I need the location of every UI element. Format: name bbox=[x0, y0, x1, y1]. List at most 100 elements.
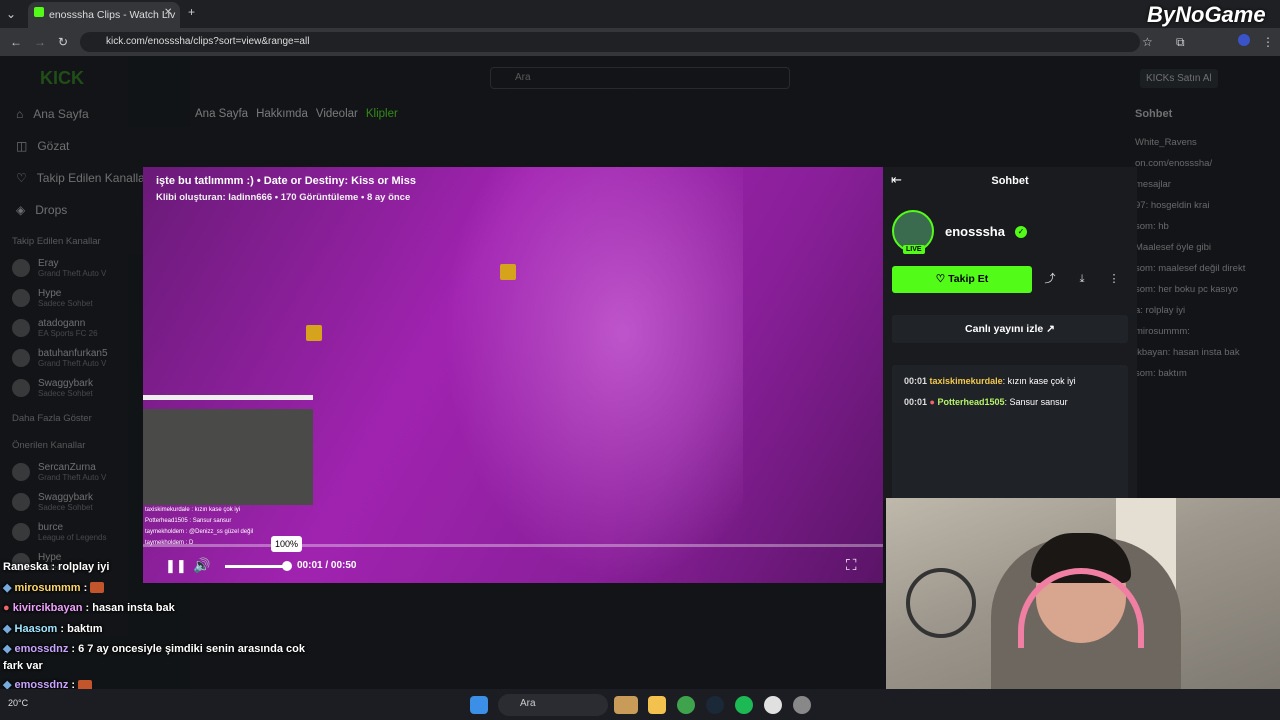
avatar bbox=[12, 379, 30, 397]
clip-meta: Klibi oluşturan: ladinn666 • 170 Görüntü… bbox=[156, 192, 411, 203]
taskbar-search-label: Ara bbox=[520, 698, 536, 709]
chat-line: 00:01 ● Potterhead1505: Sansur sansur bbox=[904, 397, 1068, 407]
channel-game: Sadece Sohbet bbox=[38, 389, 93, 398]
watch-live-label: Canlı yayını izle bbox=[965, 323, 1044, 335]
back-icon[interactable]: ← bbox=[10, 35, 22, 49]
sidebar-item-browse[interactable]: ◫ Gözat bbox=[0, 130, 190, 162]
verified-icon: ✓ bbox=[1015, 226, 1027, 238]
tab-about[interactable]: Hakkımda bbox=[256, 108, 308, 120]
clip-side-panel: ⇤ Sohbet LIVE enosssha ✓ ♡ Takip Et ⤴ ⤓ … bbox=[883, 167, 1137, 500]
channel-name: burce bbox=[38, 522, 64, 533]
buy-kicks-button[interactable]: KICKs Satın Al bbox=[1140, 69, 1218, 88]
avatar bbox=[12, 523, 30, 541]
extensions-icon[interactable]: ⧉ bbox=[1176, 35, 1185, 50]
tab-search-icon[interactable]: ⌄ bbox=[6, 7, 16, 21]
follow-button[interactable]: ♡ Takip Et bbox=[892, 266, 1032, 293]
tab-close-icon[interactable]: ✕ bbox=[164, 7, 172, 18]
channel-game: Grand Theft Auto V bbox=[38, 359, 107, 368]
avatar bbox=[12, 289, 30, 307]
chrome-active-icon[interactable] bbox=[764, 696, 782, 714]
channel-name[interactable]: enosssha bbox=[945, 224, 1005, 239]
home-icon: ⌂ bbox=[16, 107, 24, 121]
avatar bbox=[12, 259, 30, 277]
new-tab-icon[interactable]: + bbox=[188, 5, 195, 19]
badge-icon: ◆ bbox=[3, 581, 12, 594]
avatar bbox=[12, 349, 30, 367]
chat-message: kızın kase çok iyi bbox=[1007, 376, 1076, 386]
share-icon[interactable]: ⤴ bbox=[1037, 266, 1063, 293]
fullscreen-icon[interactable]: ⛶ bbox=[846, 557, 857, 574]
pip-chat-line: taxiskimekurdale : kızın kase çok iyi bbox=[145, 507, 241, 513]
overlay-username: mirosummm bbox=[14, 581, 81, 594]
sidebar-item-home[interactable]: ⌂ Ana Sayfa bbox=[0, 98, 190, 130]
chat-username[interactable]: taxiskimekurdale bbox=[930, 376, 1003, 386]
more-options-icon[interactable]: ⋮ bbox=[1101, 266, 1127, 293]
site-search-placeholder: Ara bbox=[515, 72, 531, 83]
sidebar-label: Takip Edilen Kanallar bbox=[36, 171, 149, 185]
reload-icon[interactable]: ↻ bbox=[58, 35, 68, 49]
progress-bar[interactable] bbox=[143, 544, 883, 547]
url-text: kick.com/enosssha/clips?sort=view&range=… bbox=[106, 36, 310, 47]
overlay-username: emossdnz bbox=[14, 643, 69, 655]
overlay-message: hasan insta bak bbox=[92, 602, 175, 614]
emote-image bbox=[90, 582, 105, 594]
sub-goal-bar bbox=[143, 395, 313, 400]
overlay-username: kivircikbayan bbox=[12, 602, 83, 614]
sidebar-label: Drops bbox=[35, 203, 68, 217]
watch-live-button[interactable]: Canlı yayını izle ↗ bbox=[892, 315, 1128, 343]
windows-taskbar: 20°C Ara bbox=[0, 689, 1280, 720]
avatar bbox=[12, 463, 30, 481]
widget-icon[interactable] bbox=[614, 696, 638, 714]
tab-clips[interactable]: Klipler bbox=[366, 108, 398, 120]
obs-icon[interactable] bbox=[793, 696, 811, 714]
overlay-username: Raneska bbox=[3, 561, 49, 573]
spotify-icon[interactable] bbox=[735, 696, 753, 714]
top-nav: KICK Ara KICKs Satın Al bbox=[40, 56, 1280, 100]
volume-tooltip: 100% bbox=[271, 536, 303, 552]
site-search-input[interactable]: Ara bbox=[490, 67, 790, 89]
pip-chat: taxiskimekurdale : kızın kase çok iyi Po… bbox=[145, 505, 253, 549]
profile-icon[interactable] bbox=[1238, 34, 1250, 46]
sidebar-label: Ana Sayfa bbox=[33, 107, 89, 121]
weather-widget[interactable]: 20°C bbox=[8, 698, 28, 708]
start-icon[interactable] bbox=[470, 696, 488, 714]
clip-title: işte bu tatlımmm :) • Date or Destiny: K… bbox=[156, 175, 416, 187]
badge-icon: ◆ bbox=[3, 643, 12, 655]
bg-chat-title: Sohbet bbox=[1135, 108, 1173, 120]
overlay-message: rolplay iyi bbox=[58, 561, 110, 573]
bg-chat-line: White_Ravens bbox=[1135, 137, 1197, 148]
browser-tab[interactable]: enosssha Clips - Watch Liv ✕ bbox=[28, 2, 180, 28]
streamer-webcam bbox=[886, 498, 1280, 720]
chat-username[interactable]: Potterhead1505 bbox=[938, 397, 1005, 407]
pip-chat-line: Potterhead1505 : Sansur sansur bbox=[145, 518, 232, 524]
bookmark-star-icon[interactable]: ☆ bbox=[1142, 35, 1153, 49]
clip-video-player[interactable]: işte bu tatlımmm :) • Date or Destiny: K… bbox=[143, 167, 883, 583]
kick-favicon-icon bbox=[34, 7, 44, 17]
tab-home[interactable]: Ana Sayfa bbox=[195, 108, 248, 120]
avatar bbox=[12, 319, 30, 337]
channel-name: Eray bbox=[38, 258, 59, 269]
channel-game: Sadece Sohbet bbox=[38, 503, 93, 512]
url-field[interactable]: kick.com/enosssha/clips?sort=view&range=… bbox=[80, 32, 1140, 52]
chat-timestamp: 00:01 bbox=[904, 376, 928, 386]
pip-chat-line: taymekholdem : @Denizz_ss güzel değil bbox=[145, 529, 254, 535]
menu-icon[interactable]: ⋮ bbox=[1262, 35, 1274, 49]
heart-icon: ♡ bbox=[16, 171, 27, 185]
channel-name: Hype bbox=[38, 288, 62, 299]
download-icon[interactable]: ⤓ bbox=[1069, 266, 1095, 293]
browser-tab-bar: ⌄ enosssha Clips - Watch Liv ✕ + bbox=[0, 0, 1280, 28]
taskbar-search[interactable]: Ara bbox=[498, 694, 608, 716]
clip-chat: 00:01 taxiskimekurdale: kızın kase çok i… bbox=[892, 365, 1128, 500]
channel-game: Sadece Sohbet bbox=[38, 299, 93, 308]
forward-icon[interactable]: → bbox=[34, 35, 46, 49]
fan-image bbox=[906, 568, 976, 638]
badge-icon: ● bbox=[929, 397, 935, 407]
profile-tabs: Ana Sayfa Hakkımda Videolar Klipler bbox=[195, 108, 398, 120]
file-explorer-icon[interactable] bbox=[648, 696, 666, 714]
badge-icon: ◆ bbox=[3, 622, 12, 635]
overlay-chat-line: ◆ emossdnz : 6 7 ay oncesiyle şimdiki se… bbox=[3, 643, 305, 672]
tab-videos[interactable]: Videolar bbox=[316, 108, 358, 120]
steam-icon[interactable] bbox=[706, 696, 724, 714]
video-frame bbox=[443, 167, 743, 583]
chrome-icon[interactable] bbox=[677, 696, 695, 714]
